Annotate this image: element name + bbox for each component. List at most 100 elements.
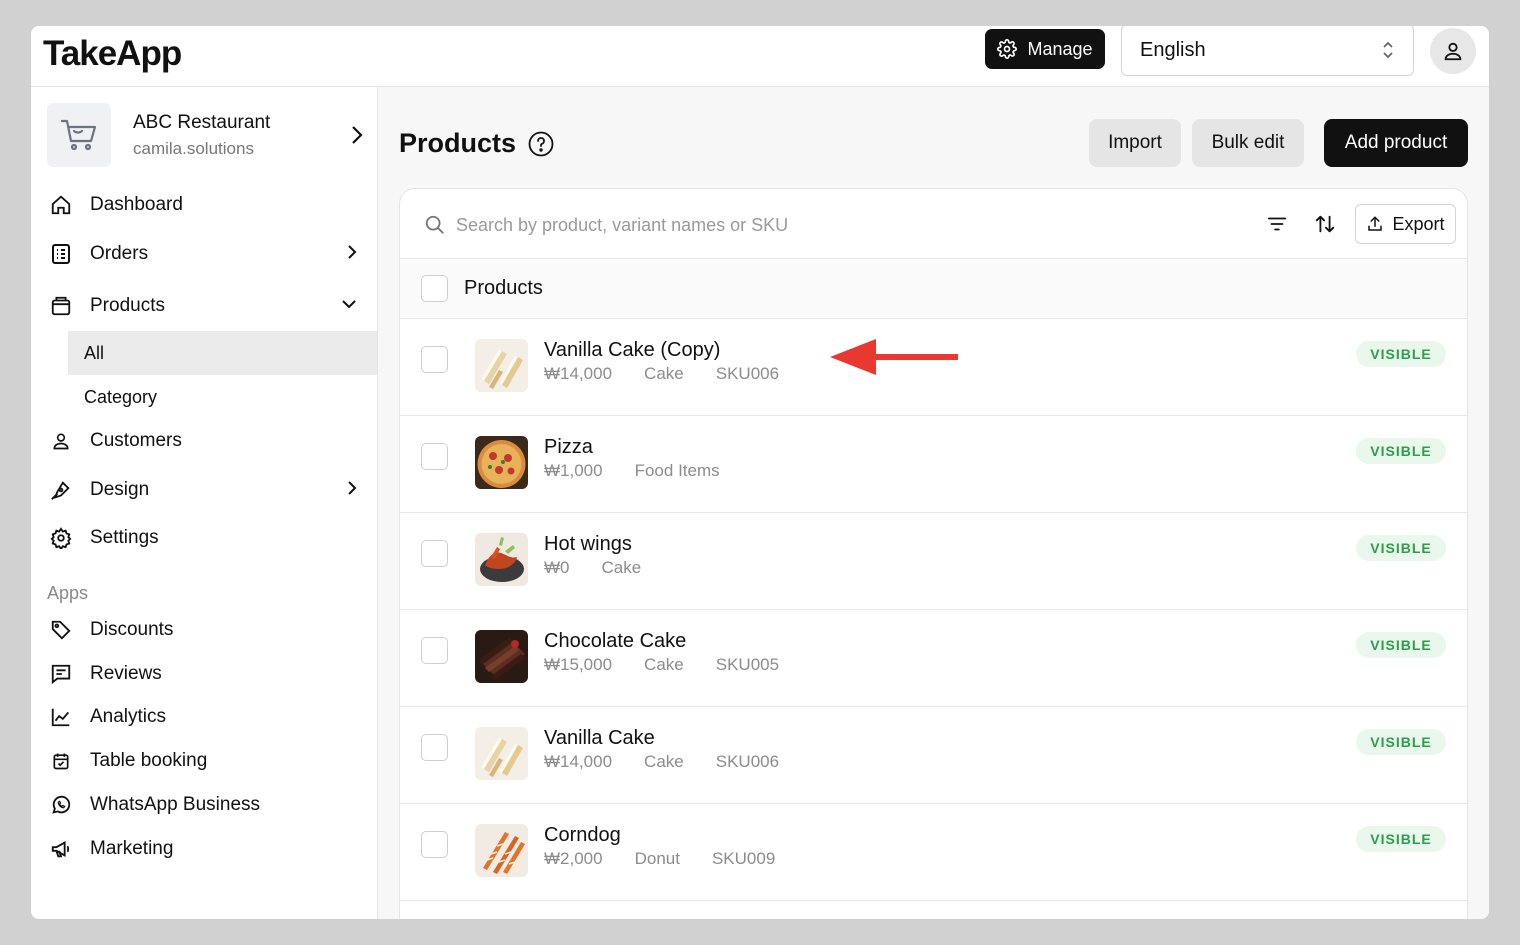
select-all-checkbox[interactable] xyxy=(421,275,448,302)
export-button-label: Export xyxy=(1392,213,1445,234)
help-circle-icon[interactable] xyxy=(528,131,554,157)
row-checkbox[interactable] xyxy=(421,831,448,858)
sidebar-subitem-all[interactable]: All xyxy=(68,331,377,375)
line-chart-icon xyxy=(49,705,73,729)
page-title: Products xyxy=(399,128,554,159)
main-content: Products Import Bulk edit Add product Ex… xyxy=(378,87,1489,919)
search-input[interactable] xyxy=(456,211,1156,239)
sidebar-item-design[interactable]: Design xyxy=(31,468,377,512)
row-checkbox[interactable] xyxy=(421,443,448,470)
store-cart-icon xyxy=(47,103,111,167)
chevron-right-icon xyxy=(348,245,357,259)
product-name[interactable]: Pizza xyxy=(544,436,593,459)
sidebar-item-label: Design xyxy=(90,479,150,500)
sidebar: ABC Restaurant camila.solutions Dashboar… xyxy=(31,87,378,919)
sidebar-item-customers[interactable]: Customers xyxy=(31,419,377,463)
product-name[interactable]: Vanilla Cake xyxy=(544,727,655,750)
row-checkbox[interactable] xyxy=(421,637,448,664)
pen-nib-icon xyxy=(49,478,73,502)
user-icon xyxy=(1444,42,1462,61)
sort-arrows-icon[interactable] xyxy=(1314,213,1336,235)
chevron-up-down-icon xyxy=(1383,41,1393,59)
import-button[interactable]: Import xyxy=(1089,119,1181,167)
table-row[interactable]: Hot wings ₩0 Cake VISIBLE xyxy=(400,513,1467,610)
sidebar-item-label: Marketing xyxy=(90,838,174,859)
product-thumbnail xyxy=(475,436,528,489)
sidebar-subitem-label: All xyxy=(84,342,105,363)
product-meta: ₩0 Cake xyxy=(544,558,673,578)
sidebar-item-analytics[interactable]: Analytics xyxy=(31,695,377,739)
product-category: Cake xyxy=(644,364,684,383)
sidebar-item-label: Products xyxy=(90,295,165,316)
store-name: ABC Restaurant xyxy=(133,111,271,133)
chevron-down-icon xyxy=(342,300,356,309)
sidebar-item-orders[interactable]: Orders xyxy=(31,232,377,276)
store-switcher[interactable]: ABC Restaurant camila.solutions xyxy=(47,103,367,167)
sidebar-item-discounts[interactable]: Discounts xyxy=(31,608,377,652)
product-sku: SKU005 xyxy=(715,655,780,674)
language-select[interactable]: English xyxy=(1121,26,1414,76)
message-square-icon xyxy=(49,662,73,686)
product-sku: SKU009 xyxy=(711,849,776,868)
product-name[interactable]: Chocolate Cake xyxy=(544,630,686,653)
product-category: Donut xyxy=(634,849,680,868)
box-icon xyxy=(49,294,73,318)
table-row[interactable]: Chocolate Cake ₩15,000 Cake SKU005 VISIB… xyxy=(400,610,1467,707)
search-toolbar: Export xyxy=(400,189,1467,259)
gear-icon xyxy=(49,526,73,550)
table-row[interactable]: Pizza ₩1,000 Food Items VISIBLE xyxy=(400,416,1467,513)
add-product-button[interactable]: Add product xyxy=(1324,119,1468,167)
table-row xyxy=(400,901,1467,919)
manage-button[interactable]: Manage xyxy=(985,29,1105,69)
product-category: Cake xyxy=(644,655,684,674)
row-checkbox[interactable] xyxy=(421,734,448,761)
annotation-arrow-icon xyxy=(830,339,958,375)
sidebar-item-settings[interactable]: Settings xyxy=(31,516,377,560)
row-checkbox[interactable] xyxy=(421,346,448,373)
user-avatar[interactable] xyxy=(1430,28,1476,74)
status-badge: VISIBLE xyxy=(1356,535,1446,561)
language-select-value: English xyxy=(1140,38,1206,61)
product-price: ₩1,000 xyxy=(544,461,603,480)
status-badge: VISIBLE xyxy=(1356,632,1446,658)
sidebar-item-reviews[interactable]: Reviews xyxy=(31,652,377,696)
sidebar-item-label: Reviews xyxy=(90,663,162,684)
sidebar-item-dashboard[interactable]: Dashboard xyxy=(31,183,377,227)
sidebar-subitem-category[interactable]: Category xyxy=(68,375,377,419)
table-row[interactable]: Vanilla Cake ₩14,000 Cake SKU006 VISIBLE xyxy=(400,707,1467,804)
sidebar-item-products[interactable]: Products xyxy=(31,284,377,328)
user-icon xyxy=(49,429,73,453)
product-price: ₩2,000 xyxy=(544,849,603,868)
whatsapp-icon xyxy=(49,793,73,817)
product-price: ₩14,000 xyxy=(544,752,613,771)
table-row[interactable]: Corndog ₩2,000 Donut SKU009 VISIBLE xyxy=(400,804,1467,901)
takeapp-logo[interactable]: TakeApp xyxy=(43,34,182,74)
table-header: Products xyxy=(400,259,1467,319)
product-price: ₩0 xyxy=(544,558,570,577)
product-name[interactable]: Vanilla Cake (Copy) xyxy=(544,339,720,362)
sidebar-item-whatsapp-business[interactable]: WhatsApp Business xyxy=(31,783,377,827)
top-bar: TakeApp Manage English xyxy=(31,26,1489,87)
sidebar-item-marketing[interactable]: Marketing xyxy=(31,827,377,871)
sidebar-item-table-booking[interactable]: Table booking xyxy=(31,739,377,783)
product-name[interactable]: Hot wings xyxy=(544,533,632,556)
megaphone-icon xyxy=(49,837,73,861)
product-category: Food Items xyxy=(634,461,720,480)
row-checkbox[interactable] xyxy=(421,540,448,567)
apps-section-label: Apps xyxy=(47,583,89,603)
filter-icon[interactable] xyxy=(1266,213,1288,235)
home-icon xyxy=(49,193,73,217)
sidebar-item-label: Discounts xyxy=(90,619,174,640)
bulk-edit-button[interactable]: Bulk edit xyxy=(1192,119,1304,167)
tag-icon xyxy=(49,618,73,642)
product-meta: ₩14,000 Cake SKU006 xyxy=(544,364,811,384)
receipt-list-icon xyxy=(49,242,73,266)
product-meta: ₩14,000 Cake SKU006 xyxy=(544,752,811,772)
status-badge: VISIBLE xyxy=(1356,826,1446,852)
export-button[interactable]: Export xyxy=(1355,204,1456,244)
chevron-right-icon xyxy=(348,481,357,495)
sidebar-item-label: Orders xyxy=(90,243,149,264)
product-category: Cake xyxy=(601,558,642,577)
product-sku: SKU006 xyxy=(715,752,780,771)
product-name[interactable]: Corndog xyxy=(544,824,621,847)
